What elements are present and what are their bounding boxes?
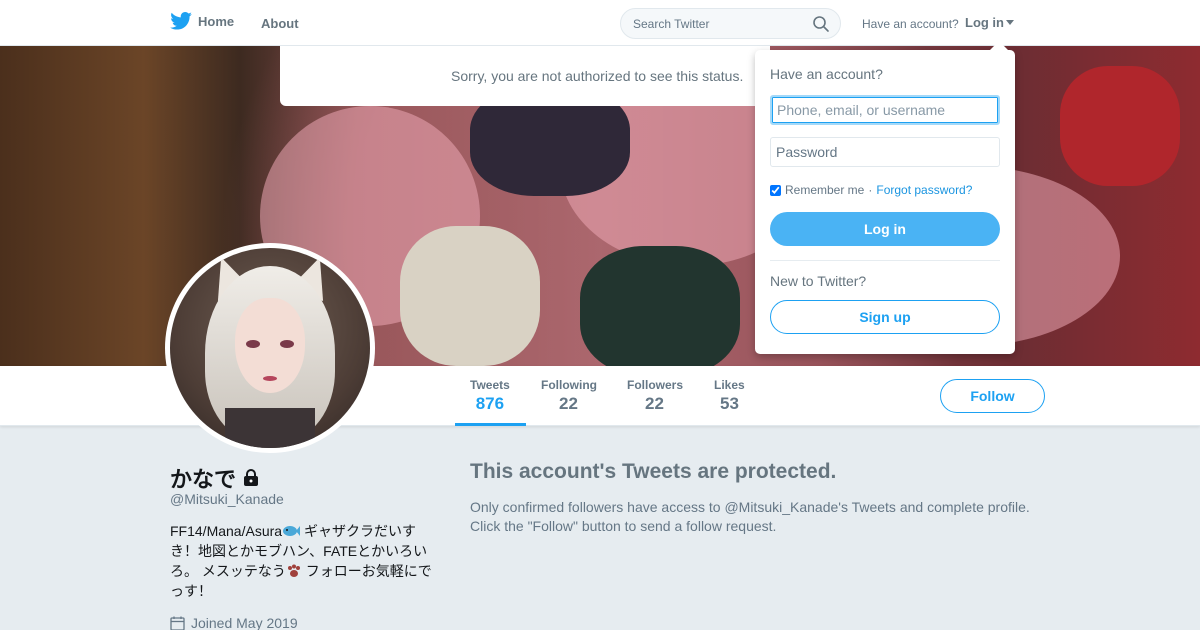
stat-label: Following — [541, 378, 597, 392]
protected-lock-icon — [244, 469, 259, 486]
avatar-image — [170, 248, 370, 448]
nav-about-link[interactable]: About — [261, 16, 299, 31]
protected-tweets-message: Only confirmed followers have access to … — [470, 498, 1060, 536]
fish-emoji-icon — [283, 526, 301, 536]
paw-prints-emoji-icon — [287, 564, 300, 577]
dropdown-arrow — [990, 41, 1008, 50]
search-icon[interactable] — [812, 15, 830, 33]
remember-me-label[interactable]: Remember me — [785, 183, 864, 197]
stat-value: 53 — [720, 394, 739, 413]
remember-me-checkbox[interactable] — [770, 184, 781, 196]
forgot-password-link[interactable]: Forgot password? — [876, 183, 972, 197]
top-navigation-bar: Home About Have an account? Log in — [0, 0, 1200, 46]
stat-label: Tweets — [470, 378, 510, 392]
profile-name-text: かなで — [170, 467, 237, 492]
avatar-collar-shape — [225, 408, 315, 448]
banner-character-figure — [1060, 66, 1180, 186]
login-button[interactable]: Log in — [770, 212, 1000, 246]
login-link-label: Log in — [965, 15, 1004, 30]
profile-bio: FF14/Mana/Asura ギャザクラだいすき！地図とかモブハン、FATEと… — [170, 521, 432, 601]
login-dropdown-heading: Have an account? — [770, 66, 883, 82]
search-box[interactable] — [620, 8, 841, 39]
new-to-twitter-text: New to Twitter? — [770, 273, 867, 289]
protected-message-line: Click the "Follow" button to send a foll… — [470, 518, 777, 534]
stat-label: Likes — [714, 378, 745, 392]
nav-home-label: Home — [198, 13, 235, 29]
password-field[interactable] — [770, 137, 1000, 167]
protected-tweets-heading: This account's Tweets are protected. — [470, 460, 837, 483]
profile-avatar[interactable] — [165, 243, 375, 453]
profile-name[interactable]: かなで — [170, 462, 260, 494]
status-unauthorized-notice: Sorry, you are not authorized to see thi… — [280, 46, 770, 106]
stat-tweets[interactable]: Tweets 876 — [470, 378, 510, 414]
joined-text: Joined May 2019 — [191, 615, 298, 630]
separator-dot: · — [868, 183, 873, 197]
active-tab-indicator — [455, 423, 526, 426]
stat-following[interactable]: Following 22 — [541, 378, 597, 414]
stat-likes[interactable]: Likes 53 — [714, 378, 745, 414]
login-dropdown-toggle[interactable]: Log in — [965, 15, 1014, 30]
follow-button[interactable]: Follow — [940, 379, 1045, 413]
have-account-text: Have an account? — [862, 17, 959, 31]
protected-message-line: Only confirmed followers have access to … — [470, 499, 1030, 515]
calendar-icon — [170, 616, 185, 630]
login-dropdown: Have an account? Remember me · Forgot pa… — [755, 50, 1015, 354]
nav-home-link[interactable]: Home — [170, 12, 234, 30]
avatar-mouth-shape — [263, 376, 277, 381]
stat-value: 876 — [475, 394, 505, 413]
remember-me-row: Remember me · Forgot password? — [770, 183, 972, 197]
username-field[interactable] — [770, 95, 1000, 125]
stat-label: Followers — [627, 378, 684, 392]
stat-value: 22 — [559, 394, 578, 413]
avatar-eye-shape — [246, 340, 260, 348]
profile-handle[interactable]: @Mitsuki_Kanade — [170, 491, 284, 507]
search-input[interactable] — [633, 17, 803, 31]
divider — [770, 260, 1000, 261]
stat-value: 22 — [645, 394, 664, 413]
notice-text: Sorry, you are not authorized to see thi… — [451, 68, 744, 84]
stat-followers[interactable]: Followers 22 — [627, 378, 683, 414]
profile-joined-date: Joined May 2019 — [170, 615, 298, 630]
twitter-bird-icon — [170, 12, 192, 30]
banner-character-figure — [400, 226, 540, 366]
signup-button[interactable]: Sign up — [770, 300, 1000, 334]
avatar-eye-shape — [280, 340, 294, 348]
banner-character-figure — [580, 246, 740, 366]
caret-down-icon — [1006, 20, 1014, 25]
bio-text: FF14/Mana/Asura — [170, 523, 283, 539]
